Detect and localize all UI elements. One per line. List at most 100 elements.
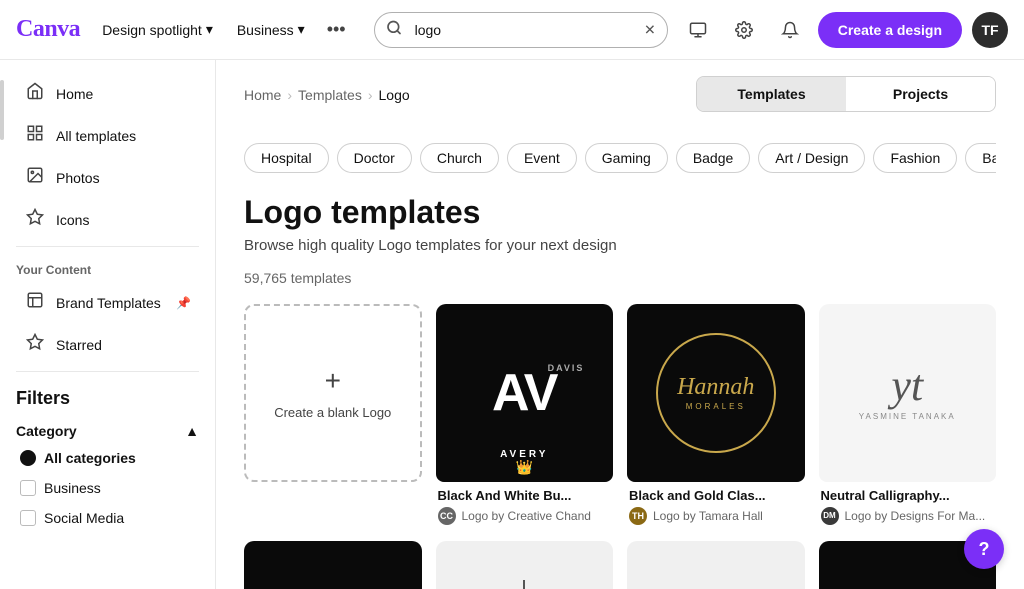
pill-gaming[interactable]: Gaming bbox=[585, 143, 668, 173]
notifications-icon-button[interactable] bbox=[772, 12, 808, 48]
design-spotlight-menu[interactable]: Design spotlight ▾ bbox=[92, 15, 223, 44]
topnav: Canva Design spotlight ▾ Business ▾ ••• … bbox=[0, 0, 1024, 60]
settings-icon-button[interactable] bbox=[726, 12, 762, 48]
filter-all-categories[interactable]: All categories bbox=[16, 443, 199, 473]
card-2-avatar: TH bbox=[629, 507, 647, 525]
template-card-5[interactable] bbox=[436, 541, 614, 589]
category-pills: Hospital Doctor Church Event Gaming Badg… bbox=[244, 142, 996, 174]
blank-card-inner[interactable]: + Create a blank Logo bbox=[244, 304, 422, 482]
icons-icon bbox=[24, 208, 46, 231]
sidebar-brand-templates-label: Brand Templates bbox=[56, 295, 161, 311]
help-bubble[interactable]: ? bbox=[964, 529, 1004, 569]
monitor-icon-button[interactable] bbox=[680, 12, 716, 48]
sidebar-divider-2 bbox=[16, 371, 199, 372]
sidebar-all-templates-label: All templates bbox=[56, 128, 136, 144]
card-2-thumb: Hannah MORALES bbox=[627, 304, 805, 482]
card-3-author-row: DM Logo by Designs For Ma... bbox=[821, 507, 995, 525]
pill-badge[interactable]: Badge bbox=[676, 143, 750, 173]
create-design-button[interactable]: Create a design bbox=[818, 12, 962, 48]
main-layout: Home All templates Photos Icons Your Con… bbox=[0, 60, 1024, 589]
category-collapse-icon: ▲ bbox=[185, 423, 199, 439]
filter-check-business bbox=[20, 480, 36, 496]
filters-title: Filters bbox=[16, 388, 199, 409]
business-label: Business bbox=[237, 22, 294, 38]
home-icon bbox=[24, 82, 46, 105]
create-blank-card[interactable]: + Create a blank Logo bbox=[244, 304, 422, 527]
category-label: Category bbox=[16, 423, 77, 439]
pill-fashion[interactable]: Fashion bbox=[873, 143, 957, 173]
sidebar-item-brand-templates[interactable]: Brand Templates 📌 bbox=[8, 282, 207, 323]
business-arrow: ▾ bbox=[298, 21, 305, 38]
card-3-info: Neutral Calligraphy... DM Logo by Design… bbox=[819, 482, 997, 527]
pill-event[interactable]: Event bbox=[507, 143, 577, 173]
filter-social-media[interactable]: Social Media bbox=[16, 503, 199, 533]
pill-hospital[interactable]: Hospital bbox=[244, 143, 329, 173]
sidebar-item-starred[interactable]: Starred bbox=[8, 324, 207, 365]
card-1-thumb: AV DAVIS AVERY 👑 bbox=[436, 304, 614, 482]
blank-label: Create a blank Logo bbox=[274, 405, 391, 420]
pill-church[interactable]: Church bbox=[420, 143, 499, 173]
sidebar-home-label: Home bbox=[56, 86, 93, 102]
canva-logo[interactable]: Canva bbox=[16, 16, 80, 43]
pill-band[interactable]: Band bbox=[965, 143, 996, 173]
business-menu[interactable]: Business ▾ bbox=[227, 15, 315, 44]
card-1-author: Logo by Creative Chand bbox=[462, 509, 591, 523]
brand-templates-icon bbox=[24, 291, 46, 314]
toggle-projects[interactable]: Projects bbox=[846, 77, 995, 111]
sidebar-item-icons[interactable]: Icons bbox=[8, 199, 207, 240]
main-content: Home › Templates › Logo Templates Projec… bbox=[216, 60, 1024, 589]
breadcrumb-home[interactable]: Home bbox=[244, 87, 281, 103]
filter-check-social bbox=[20, 510, 36, 526]
topnav-right: Create a design TF bbox=[680, 12, 1008, 48]
toggle-templates[interactable]: Templates bbox=[697, 77, 846, 111]
card-2-name: Black and Gold Clas... bbox=[629, 488, 803, 503]
card-1-avatar: CC bbox=[438, 507, 456, 525]
card-4-thumb bbox=[244, 541, 422, 589]
design-spotlight-arrow: ▾ bbox=[206, 21, 213, 38]
card-3-name: Neutral Calligraphy... bbox=[821, 488, 995, 503]
sidebar-scrollbar bbox=[0, 80, 4, 140]
card-6-thumb bbox=[627, 541, 805, 589]
view-toggle: Templates Projects bbox=[696, 76, 996, 112]
template-card-1[interactable]: AV DAVIS AVERY 👑 Black And White Bu... C… bbox=[436, 304, 614, 527]
breadcrumb: Home › Templates › Logo bbox=[244, 87, 410, 103]
card-2-author-row: TH Logo by Tamara Hall bbox=[629, 507, 803, 525]
pill-doctor[interactable]: Doctor bbox=[337, 143, 412, 173]
search-input[interactable] bbox=[374, 12, 668, 48]
breadcrumb-current: Logo bbox=[379, 87, 410, 103]
card-2-author: Logo by Tamara Hall bbox=[653, 509, 763, 523]
template-card-4[interactable] bbox=[244, 541, 422, 589]
filter-dot bbox=[20, 450, 36, 466]
topnav-menu: Design spotlight ▾ Business ▾ ••• bbox=[92, 13, 353, 46]
card-1-author-row: CC Logo by Creative Chand bbox=[438, 507, 612, 525]
brand-templates-pin-icon: 📌 bbox=[176, 296, 191, 310]
breadcrumb-sep-2: › bbox=[368, 87, 373, 103]
sidebar-item-photos[interactable]: Photos bbox=[8, 157, 207, 198]
sidebar-starred-label: Starred bbox=[56, 337, 102, 353]
templates-grid: + Create a blank Logo AV DAVIS AVERY bbox=[244, 304, 996, 527]
pill-art-design[interactable]: Art / Design bbox=[758, 143, 865, 173]
template-card-3[interactable]: yt YASMINE TANAKA Neutral Calligraphy...… bbox=[819, 304, 997, 527]
card-3-thumb: yt YASMINE TANAKA bbox=[819, 304, 997, 482]
user-avatar[interactable]: TF bbox=[972, 12, 1008, 48]
card-5-thumb bbox=[436, 541, 614, 589]
card-1-name: Black And White Bu... bbox=[438, 488, 612, 503]
search-clear-button[interactable]: ✕ bbox=[644, 21, 656, 38]
all-templates-icon bbox=[24, 124, 46, 147]
breadcrumb-templates[interactable]: Templates bbox=[298, 87, 362, 103]
search-container: ✕ bbox=[374, 12, 668, 48]
template-count: 59,765 templates bbox=[244, 270, 996, 286]
canva-logo-text: Canva bbox=[16, 16, 80, 43]
template-card-2[interactable]: Hannah MORALES Black and Gold Clas... TH bbox=[627, 304, 805, 527]
sidebar-item-all-templates[interactable]: All templates bbox=[8, 115, 207, 156]
more-menu-button[interactable]: ••• bbox=[319, 13, 354, 46]
card-2-info: Black and Gold Clas... TH Logo by Tamara… bbox=[627, 482, 805, 527]
card-3-avatar: DM bbox=[821, 507, 839, 525]
category-header[interactable]: Category ▲ bbox=[16, 419, 199, 443]
hannah-circle: Hannah MORALES bbox=[656, 333, 776, 453]
sidebar-item-home[interactable]: Home bbox=[8, 73, 207, 114]
photos-icon bbox=[24, 166, 46, 189]
sidebar-icons-label: Icons bbox=[56, 212, 89, 228]
template-card-6[interactable] bbox=[627, 541, 805, 589]
filter-business[interactable]: Business bbox=[16, 473, 199, 503]
